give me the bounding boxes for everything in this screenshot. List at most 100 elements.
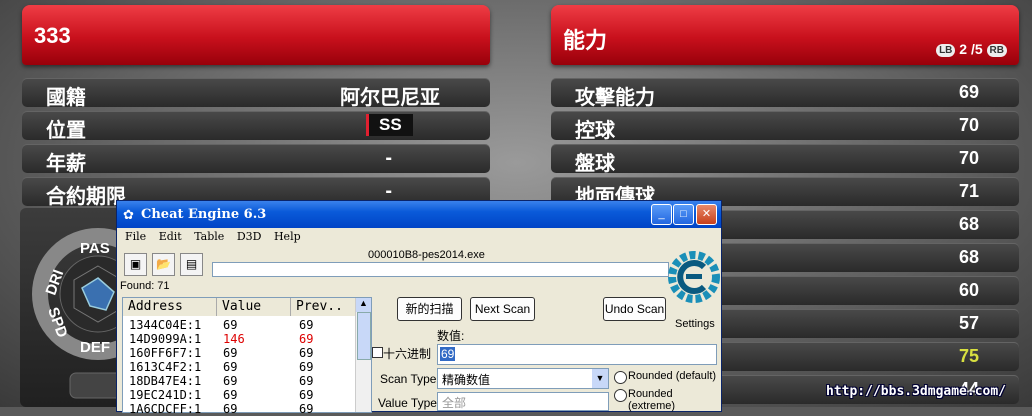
- rounded-extreme-label: Rounded (extreme): [628, 388, 676, 412]
- row-address: 14D9099A:1: [129, 332, 202, 346]
- menu-help[interactable]: Help: [274, 230, 301, 243]
- info-label: 國籍: [46, 87, 86, 109]
- rounded-extreme-radio[interactable]: [614, 389, 627, 402]
- ability-row: 攻擊能力 69: [551, 78, 1019, 109]
- list-scrollbar[interactable]: ▲: [355, 298, 371, 412]
- window-title: Cheat Engine 6.3: [141, 207, 267, 222]
- menu-edit[interactable]: Edit: [159, 230, 182, 243]
- player-name-header: 333: [22, 5, 490, 65]
- column-header-prev[interactable]: Prev..: [291, 298, 356, 316]
- row-address: 1613C4F2:1: [129, 360, 202, 374]
- radar-chart-icon: [32, 228, 125, 399]
- position-badge: SS: [366, 114, 413, 136]
- ability-label: 盤球: [575, 153, 615, 175]
- ability-value: 70: [958, 148, 979, 168]
- select-process-icon[interactable]: ▣: [124, 253, 147, 276]
- value-input-text: 69: [440, 347, 456, 361]
- new-scan-button[interactable]: 新的扫描: [397, 297, 462, 321]
- row-address: 160FF6F7:1: [129, 346, 202, 360]
- menu-table[interactable]: Table: [194, 230, 224, 243]
- value-type-value: 全部: [442, 396, 467, 410]
- rounded-default-radio[interactable]: [614, 371, 627, 384]
- info-row-nationality: 國籍 阿尔巴尼亚: [22, 78, 490, 109]
- minimize-icon[interactable]: _: [651, 204, 672, 225]
- row-value: 69: [223, 346, 238, 360]
- info-label: 年薪: [46, 153, 86, 175]
- menu-d3d[interactable]: D3D: [237, 230, 262, 243]
- progress-bar: [212, 262, 669, 277]
- cheat-engine-logo-icon[interactable]: [668, 251, 720, 303]
- title-bar[interactable]: ✿ Cheat Engine 6.3 _ □ ✕: [117, 201, 721, 228]
- process-name: 000010B8-pes2014.exe: [368, 249, 485, 261]
- ability-header: 能力 LB 2 /5 RB: [551, 5, 1019, 65]
- ability-row: 控球 70: [551, 111, 1019, 142]
- open-folder-icon[interactable]: 📂: [152, 253, 175, 276]
- row-prev: 69: [299, 346, 314, 360]
- row-value: 69: [223, 374, 238, 388]
- row-prev: 69: [299, 374, 314, 388]
- row-address: 18DB47E4:1: [129, 374, 202, 388]
- column-header-address[interactable]: Address: [123, 298, 217, 316]
- undo-scan-button[interactable]: Undo Scan: [603, 297, 666, 321]
- radar-panel: PAS DRI SPD DEF: [20, 208, 125, 407]
- results-list[interactable]: Address Value Prev.. ▲ 1344C04E:1 69 69 …: [122, 297, 372, 416]
- scan-type-value: 精确数值: [442, 373, 491, 387]
- rb-button-icon[interactable]: RB: [986, 43, 1007, 57]
- scroll-up-icon[interactable]: ▲: [356, 298, 371, 312]
- row-prev: 69: [299, 388, 314, 402]
- menu-bar: File Edit Table D3D Help: [125, 230, 310, 243]
- hex-label: 十六进制: [383, 347, 432, 361]
- row-prev: 69: [299, 402, 314, 416]
- value-label: 数值:: [437, 329, 465, 343]
- row-prev: 69: [299, 332, 314, 346]
- row-value: 146: [223, 332, 245, 346]
- rounded-default-label: Rounded (default): [628, 370, 717, 382]
- row-address: 1A6CDCFF:1: [129, 402, 202, 416]
- row-value: 69: [223, 318, 238, 332]
- ability-value: 75: [958, 346, 979, 366]
- scan-type-label: Scan Type: [380, 372, 437, 386]
- radar-label-def: DEF: [80, 339, 110, 356]
- lb-button-icon[interactable]: LB: [936, 43, 956, 57]
- cheat-engine-window: ✿ Cheat Engine 6.3 _ □ ✕ File Edit Table…: [116, 200, 722, 416]
- ability-value: 69: [958, 82, 979, 102]
- ability-title: 能力: [563, 28, 608, 53]
- chevron-down-icon[interactable]: ▼: [592, 369, 608, 388]
- maximize-icon[interactable]: □: [673, 204, 694, 225]
- info-value: -: [385, 147, 392, 169]
- menu-file[interactable]: File: [125, 230, 146, 243]
- ability-value: 70: [958, 115, 979, 135]
- column-header-value[interactable]: Value: [217, 298, 291, 316]
- scroll-thumb[interactable]: [357, 312, 371, 360]
- ability-label: 攻擊能力: [575, 87, 655, 109]
- hex-checkbox[interactable]: [372, 347, 383, 358]
- row-value: 69: [223, 360, 238, 374]
- ability-value: 68: [958, 214, 979, 234]
- scan-type-select[interactable]: 精确数值 ▼: [437, 368, 609, 389]
- value-input[interactable]: 69: [437, 344, 717, 365]
- info-value: 阿尔巴尼亚: [340, 87, 440, 109]
- row-prev: 69: [299, 360, 314, 374]
- cheat-engine-icon: ✿: [123, 207, 134, 222]
- info-label: 位置: [46, 120, 86, 142]
- info-label: 合約期限: [46, 186, 126, 208]
- value-type-label: Value Type: [378, 396, 437, 410]
- row-address: 1344C04E:1: [129, 318, 202, 332]
- save-icon[interactable]: ▤: [180, 253, 203, 276]
- radar-label-pas: PAS: [80, 240, 110, 257]
- row-value: 69: [223, 402, 238, 416]
- ability-label: 控球: [575, 120, 615, 142]
- ability-value: 71: [958, 181, 979, 201]
- ability-value: 57: [958, 313, 979, 333]
- row-value: 69: [223, 388, 238, 402]
- ability-value: 60: [958, 280, 979, 300]
- row-prev: 69: [299, 318, 314, 332]
- next-scan-button[interactable]: Next Scan: [470, 297, 535, 321]
- page-indicator[interactable]: LB 2 /5 RB: [936, 41, 1007, 57]
- row-address: 19EC241D:1: [129, 388, 202, 402]
- info-value: SS: [379, 115, 402, 134]
- settings-link[interactable]: Settings: [675, 318, 715, 330]
- close-icon[interactable]: ✕: [696, 204, 717, 225]
- value-type-select[interactable]: 全部: [437, 392, 609, 411]
- info-row-salary: 年薪 -: [22, 144, 490, 175]
